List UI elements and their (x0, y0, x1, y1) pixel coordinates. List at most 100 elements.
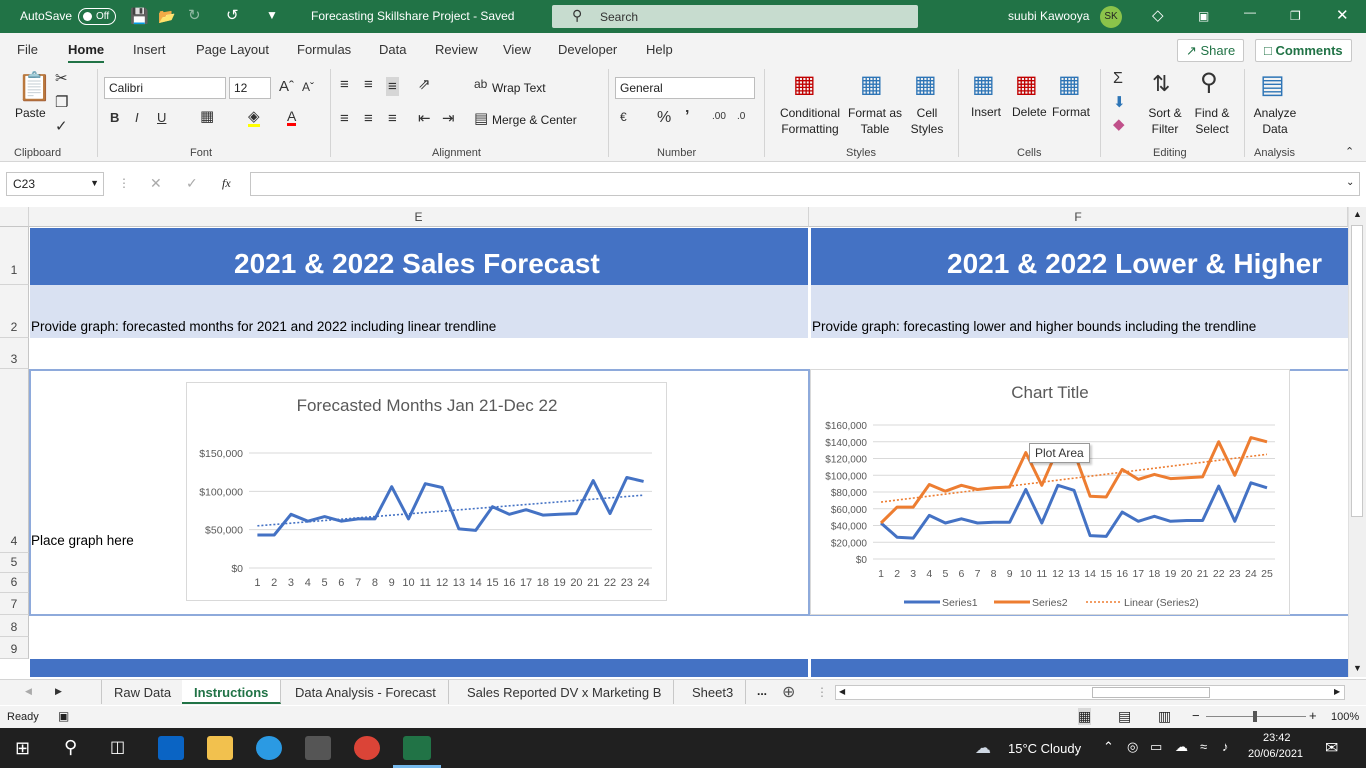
search-box[interactable]: ⚲ Search (552, 5, 918, 28)
volume-icon[interactable]: ♪ (1222, 739, 1229, 754)
wrap-text-button[interactable]: Wrap Text (492, 81, 546, 95)
close-icon[interactable]: ✕ (1336, 6, 1349, 24)
align-right-icon[interactable]: ≡ (388, 111, 397, 126)
scroll-right-icon[interactable]: ▶ (1334, 687, 1340, 696)
weather-icon[interactable]: ☁ (975, 738, 991, 758)
zoom-out-icon[interactable]: − (1192, 708, 1200, 723)
enter-icon[interactable]: ✓ (186, 175, 198, 192)
tab-help[interactable]: Help (646, 42, 673, 57)
minimize-icon[interactable]: — (1244, 5, 1256, 19)
cell-f2[interactable]: Provide graph: forecasting lower and hig… (811, 285, 1348, 338)
fill-color-icon[interactable]: ◈ (248, 109, 260, 127)
file-explorer-icon[interactable] (207, 736, 233, 760)
store-icon[interactable] (305, 736, 331, 760)
increase-decimal-icon[interactable]: .00 (712, 112, 726, 122)
analyze-data-button[interactable]: Analyze Data (1252, 105, 1298, 137)
wifi-icon[interactable]: ≈ (1200, 739, 1207, 754)
font-size-select[interactable]: 12 (229, 77, 271, 99)
scroll-tabs-left-icon[interactable]: ◀ (25, 686, 32, 697)
diamond-icon[interactable]: ◇ (1152, 6, 1164, 24)
cell-e2[interactable]: Provide graph: forecasted months for 202… (30, 285, 808, 338)
column-header-f[interactable]: F (809, 207, 1348, 227)
format-cells-button[interactable]: Format (1052, 105, 1090, 119)
analyze-data-icon[interactable]: ▤ (1260, 71, 1285, 97)
sort-filter-icon[interactable]: ⇅ (1152, 73, 1170, 95)
cell-f10[interactable] (811, 659, 1348, 677)
merge-center-button[interactable]: Merge & Center (492, 113, 577, 127)
forecast-chart[interactable]: Forecasted Months Jan 21-Dec 22 $0 $50,00… (186, 382, 667, 601)
notification-icon[interactable]: ✉ (1325, 738, 1338, 758)
insert-function-icon[interactable]: fx (222, 176, 231, 191)
tab-insert[interactable]: Insert (133, 42, 166, 57)
insert-cells-icon[interactable]: ▦ (972, 73, 995, 97)
weather-text[interactable]: 15°C Cloudy (1008, 741, 1081, 756)
expand-formula-icon[interactable]: ⌄ (1346, 177, 1354, 188)
align-middle-icon[interactable]: ≡ (364, 77, 373, 92)
cancel-icon[interactable]: ✕ (150, 175, 162, 192)
italic-icon[interactable]: I (135, 111, 139, 124)
cut-icon[interactable]: ✂ (55, 71, 68, 86)
undo-icon[interactable]: ↺ (226, 6, 239, 24)
formula-input[interactable] (250, 172, 1360, 196)
chrome-icon[interactable] (354, 736, 380, 760)
clock-date[interactable]: 20/06/2021 (1248, 748, 1303, 760)
align-top-icon[interactable]: ≡ (340, 77, 349, 92)
tab-page-layout[interactable]: Page Layout (196, 42, 269, 57)
sheet-tab-sheet3[interactable]: Sheet3 (680, 680, 747, 704)
user-name[interactable]: suubi Kawooya (1008, 9, 1089, 23)
ribbon-display-icon[interactable]: ▣ (1198, 9, 1209, 23)
vertical-scrollbar[interactable]: ▲ ▼ (1348, 207, 1366, 677)
windows-start-icon[interactable]: ⊞ (15, 738, 30, 759)
sheet-tab-sales-reported[interactable]: Sales Reported DV x Marketing B (455, 680, 675, 704)
share-button[interactable]: ↗ Share (1177, 39, 1245, 62)
cell-e10[interactable] (30, 659, 808, 677)
sheet-tab-raw-data[interactable]: Raw Data (101, 680, 185, 704)
tabs-splitter[interactable]: ⋮ (816, 685, 828, 699)
cell-styles-icon[interactable]: ▦ (914, 73, 937, 97)
worksheet-grid[interactable]: E F 1 2 3 4 5 6 7 8 9 2021 & 2022 Sales … (0, 207, 1348, 677)
increase-indent-icon[interactable]: ⇥ (442, 111, 455, 126)
bounds-chart[interactable]: Chart Title $0 $20,000 $40,000 $60,000 $80,0… (810, 369, 1290, 615)
scroll-down-icon[interactable]: ▼ (1353, 663, 1362, 673)
save-icon[interactable]: 💾 (130, 7, 149, 25)
paste-label[interactable]: Paste (15, 106, 46, 120)
edge-icon[interactable] (256, 736, 282, 760)
paste-icon[interactable]: 📋 (17, 73, 52, 101)
mail-app-icon[interactable] (158, 736, 184, 760)
accounting-format-icon[interactable]: € (620, 111, 627, 123)
zoom-level[interactable]: 100% (1331, 711, 1359, 723)
new-sheet-icon[interactable]: ⊕ (782, 682, 795, 702)
onedrive-icon[interactable]: ☁ (1175, 739, 1188, 755)
row-header-8[interactable]: 8 (0, 615, 29, 637)
font-color-icon[interactable]: A (287, 109, 297, 126)
excel-app-icon[interactable] (403, 736, 431, 760)
row-header-2[interactable]: 2 (0, 285, 29, 338)
row-header-9[interactable]: 9 (0, 637, 29, 659)
scroll-left-icon[interactable]: ◀ (839, 687, 845, 696)
decrease-decimal-icon[interactable]: .0 (737, 112, 745, 122)
h-scroll-thumb[interactable] (1092, 687, 1210, 698)
find-select-icon[interactable]: ⚲ (1200, 71, 1218, 95)
percent-icon[interactable]: % (657, 110, 671, 126)
autosum-icon[interactable]: Σ (1113, 71, 1123, 87)
borders-icon[interactable]: ▦ (200, 109, 214, 124)
wrap-text-icon[interactable]: ab (474, 78, 487, 90)
sheet-tab-data-analysis[interactable]: Data Analysis - Forecast (283, 680, 449, 704)
taskbar-search-icon[interactable]: ⚲ (64, 737, 77, 758)
document-title[interactable]: Forecasting Skillshare Project - Saved (311, 9, 514, 23)
avatar[interactable]: SK (1100, 6, 1122, 28)
align-bottom-icon[interactable]: ≡ (386, 77, 399, 96)
cell-f1[interactable]: 2021 & 2022 Lower & Higher (811, 228, 1348, 285)
delete-cells-button[interactable]: Delete (1012, 105, 1047, 119)
customize-toolbar-icon[interactable]: ▼ (266, 8, 278, 22)
scroll-thumb[interactable] (1351, 225, 1363, 517)
cell-styles-button[interactable]: Cell Styles (903, 105, 951, 137)
zoom-slider-thumb[interactable] (1253, 711, 1257, 722)
conditional-formatting-icon[interactable]: ▦ (793, 73, 816, 97)
horizontal-scrollbar[interactable]: ◀ ▶ (835, 685, 1345, 700)
normal-view-icon[interactable]: ▦ (1078, 708, 1092, 725)
format-as-table-button[interactable]: Format as Table (845, 105, 905, 137)
tab-file[interactable]: File (17, 42, 38, 57)
row-header-4[interactable]: 4 (0, 369, 29, 553)
format-painter-icon[interactable]: ✓ (55, 119, 68, 134)
